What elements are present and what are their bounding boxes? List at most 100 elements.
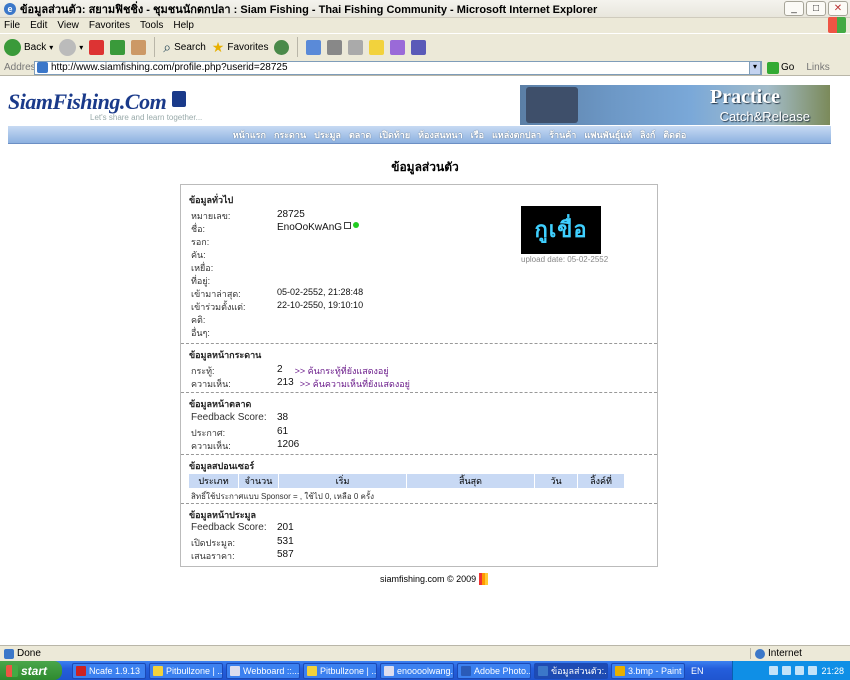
search-button[interactable]: ⌕ Search bbox=[163, 39, 206, 56]
sponsor-table-header: ประเภท จำนวน เริ่ม สิ้นสุด วัน ลิ้งค์ที่ bbox=[189, 474, 624, 488]
tray-icon[interactable] bbox=[795, 666, 805, 675]
status-text: Done bbox=[17, 648, 41, 659]
menu-view[interactable]: View bbox=[57, 20, 79, 31]
row-value: 531 bbox=[277, 536, 294, 547]
address-url: http://www.siamfishing.com/profile.php?u… bbox=[51, 62, 288, 73]
row-key: ความเห็น: bbox=[191, 441, 231, 451]
task-button[interactable]: Webboard ::... bbox=[226, 662, 300, 679]
nav-board[interactable]: กระดาน bbox=[274, 128, 306, 142]
fisherman-logo-icon bbox=[172, 91, 186, 107]
profile-row: ที่อยู่: bbox=[191, 274, 631, 288]
start-label: start bbox=[21, 663, 48, 678]
row-key: ที่อยู่: bbox=[191, 276, 211, 286]
profile-row: ความเห็น: 1206 bbox=[191, 439, 631, 453]
stop-icon[interactable] bbox=[89, 39, 105, 55]
find-threads-link[interactable]: >> ค้นกระทู้ที่ยังแสดงอยู่ bbox=[295, 364, 389, 378]
nav-shops[interactable]: ร้านค้า bbox=[549, 128, 576, 142]
task-button[interactable]: Pitbullzone | ... bbox=[303, 662, 377, 679]
column-header: ประเภท bbox=[189, 474, 239, 488]
task-button[interactable]: enoooolwang... bbox=[380, 662, 454, 679]
address-dropdown-icon[interactable]: ▾ bbox=[749, 60, 761, 75]
minimize-button[interactable]: _ bbox=[784, 1, 804, 16]
avatar: กูเขื่อ bbox=[521, 206, 601, 254]
paint-icon bbox=[615, 665, 625, 676]
general-heading: ข้อมูลทั่วไป bbox=[189, 195, 234, 205]
messenger-icon[interactable] bbox=[390, 39, 406, 55]
task-button[interactable]: 3.bmp - Paint bbox=[611, 662, 685, 679]
edit-icon[interactable] bbox=[348, 39, 364, 55]
menu-favorites[interactable]: Favorites bbox=[89, 20, 130, 31]
row-key: เข้ามาล่าสุด: bbox=[191, 289, 241, 299]
research-icon[interactable] bbox=[411, 39, 427, 55]
folder-icon bbox=[307, 665, 317, 676]
sponsor-section: ข้อมูลสปอนเซอร์ bbox=[189, 459, 649, 473]
task-label: ข้อมูลส่วนตัว:... bbox=[551, 665, 608, 676]
message-icon[interactable] bbox=[344, 222, 352, 229]
app-icon bbox=[76, 665, 86, 676]
row-key: คัน: bbox=[191, 250, 206, 260]
practice-banner[interactable]: Practice Catch&Release bbox=[520, 85, 830, 125]
tray-icon[interactable] bbox=[769, 666, 779, 675]
profile-card: ข้อมูลทั่วไป หมายเลข: 28725 ชื่อ: EnoOoKwA… bbox=[180, 184, 658, 567]
volume-icon[interactable] bbox=[808, 666, 818, 675]
nav-links[interactable]: ลิงก์ bbox=[640, 128, 655, 142]
chevron-down-icon: ▾ bbox=[79, 42, 84, 52]
column-header: สิ้นสุด bbox=[407, 474, 535, 488]
home-icon[interactable] bbox=[131, 39, 147, 55]
start-button[interactable]: start bbox=[0, 661, 62, 680]
site-tagline: Let's share and learn together... bbox=[90, 113, 203, 122]
mail-icon[interactable] bbox=[306, 39, 322, 55]
discuss-icon[interactable] bbox=[369, 39, 385, 55]
column-header: เริ่ม bbox=[279, 474, 407, 488]
history-icon[interactable] bbox=[274, 39, 290, 55]
stats-counter-icon[interactable] bbox=[479, 573, 489, 585]
profile-row: ความเห็น: 213 >> ค้นความเห็นที่ยังแสดงอยู่ bbox=[191, 377, 631, 391]
task-label: 3.bmp - Paint bbox=[628, 665, 682, 676]
window-titlebar: e ข้อมูลส่วนตัว: สยามฟิชชิ่ง - ชุมชนนักต… bbox=[0, 0, 850, 18]
address-label: Address bbox=[4, 62, 41, 73]
task-button[interactable]: Pitbullzone | ... bbox=[149, 662, 223, 679]
favorites-button[interactable]: ★ Favorites bbox=[212, 39, 269, 56]
nav-chatroom[interactable]: ห้องสนทนา bbox=[418, 128, 463, 142]
profile-row: กระทู้: 2 >> ค้นกระทู้ที่ยังแสดงอยู่ bbox=[191, 364, 631, 378]
forward-button[interactable]: ▾ bbox=[59, 38, 84, 56]
address-input[interactable]: http://www.siamfishing.com/profile.php?u… bbox=[34, 60, 762, 75]
banner-title: Practice bbox=[710, 86, 780, 108]
column-header: วัน bbox=[535, 474, 578, 488]
refresh-icon[interactable] bbox=[110, 39, 126, 55]
menu-file[interactable]: File bbox=[4, 20, 20, 31]
back-button[interactable]: Back ▾ bbox=[4, 38, 53, 56]
nav-home[interactable]: หน้าแรก bbox=[233, 128, 266, 142]
profile-row: เปิดประมูล: 531 bbox=[191, 536, 631, 550]
nav-auction[interactable]: ประมูล bbox=[314, 128, 341, 142]
feedback-score-link[interactable]: 38 bbox=[277, 412, 288, 423]
nav-trunk-sale[interactable]: เปิดท้าย bbox=[379, 128, 410, 142]
task-button-active[interactable]: ข้อมูลส่วนตัว:... bbox=[534, 662, 608, 679]
nav-fishing-spots[interactable]: แหล่งตกปลา bbox=[492, 128, 541, 142]
task-label: Webboard ::... bbox=[243, 665, 300, 676]
close-button[interactable]: ✕ bbox=[828, 1, 848, 16]
menu-help[interactable]: Help bbox=[173, 20, 194, 31]
task-button[interactable]: Adobe Photo... bbox=[457, 662, 531, 679]
nav-boats[interactable]: เรือ bbox=[471, 128, 484, 142]
sponsor-note: สิทธิ์ใช้ประกาศแบบ Sponsor = , ใช้ไป 0, … bbox=[191, 492, 375, 501]
print-icon[interactable] bbox=[327, 39, 343, 55]
find-comments-link[interactable]: >> ค้นความเห็นที่ยังแสดงอยู่ bbox=[300, 377, 410, 391]
links-button[interactable]: Links bbox=[806, 62, 829, 73]
nav-contact[interactable]: ติดต่อ bbox=[663, 128, 686, 142]
menu-edit[interactable]: Edit bbox=[30, 20, 47, 31]
general-section: ข้อมูลทั่วไป bbox=[189, 193, 649, 207]
task-button[interactable]: Ncafe 1.9.13 bbox=[72, 662, 146, 679]
go-button[interactable]: Go bbox=[767, 61, 794, 74]
auction-heading: ข้อมูลหน้าประมูล bbox=[189, 510, 256, 520]
feedback-score-link[interactable]: 201 bbox=[277, 522, 294, 533]
language-indicator[interactable]: EN bbox=[691, 666, 704, 676]
site-logo[interactable]: SiamFishing.Com bbox=[8, 89, 167, 115]
tray-icon[interactable] bbox=[782, 666, 792, 675]
row-key: ชื่อ: bbox=[191, 224, 206, 234]
nav-fan[interactable]: แฟนพันธุ์แท้ bbox=[584, 128, 632, 142]
menu-tools[interactable]: Tools bbox=[140, 20, 163, 31]
online-status-icon bbox=[353, 222, 360, 228]
maximize-button[interactable]: □ bbox=[806, 1, 826, 16]
nav-market[interactable]: ตลาด bbox=[349, 128, 371, 142]
